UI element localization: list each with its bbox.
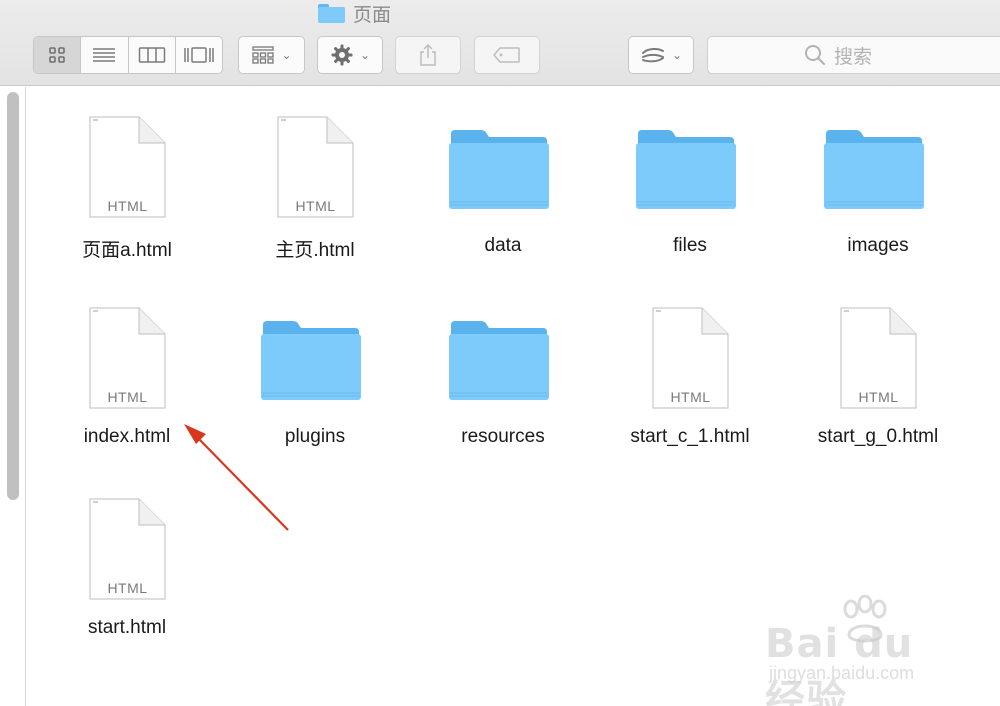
tag-icon	[493, 47, 520, 63]
chevron-down-icon: ⌄	[359, 48, 371, 62]
dropbox-button[interactable]: ⌄	[628, 36, 694, 74]
html-document-icon: HTML	[89, 498, 166, 600]
file-name: start_c_1.html	[630, 426, 750, 447]
action-button[interactable]: ⌄	[317, 36, 383, 74]
file-type-label: HTML	[858, 389, 899, 405]
gear-icon	[331, 44, 353, 66]
column-view-button[interactable]	[129, 37, 176, 73]
icon-view-button[interactable]	[34, 37, 82, 73]
folder-item[interactable]: plugins	[230, 291, 400, 461]
tag-button[interactable]	[474, 36, 540, 74]
file-item[interactable]: HTML start_g_0.html	[793, 291, 963, 461]
folder-item[interactable]: resources	[418, 291, 588, 461]
folder-item[interactable]: data	[418, 100, 588, 270]
html-document-icon: HTML	[277, 116, 354, 218]
file-name: images	[847, 235, 909, 256]
file-name: 页面a.html	[82, 240, 172, 261]
search-icon	[805, 45, 826, 66]
gallery-view-icon	[184, 47, 214, 63]
baidu-watermark: Bai du 经验 jingyan.baidu.com	[765, 595, 965, 706]
window-title: 页面	[318, 1, 392, 26]
window-title-text: 页面	[353, 3, 392, 26]
folder-icon	[823, 128, 925, 210]
file-name: data	[484, 235, 522, 256]
file-type-label: HTML	[107, 198, 148, 214]
folder-icon	[448, 319, 550, 401]
file-item[interactable]: HTML start_c_1.html	[605, 291, 775, 461]
file-name: start_g_0.html	[817, 426, 939, 447]
divider	[25, 87, 26, 706]
folder-icon	[318, 3, 345, 23]
file-item[interactable]: HTML 页面a.html	[42, 100, 212, 270]
file-name: 主页.html	[275, 240, 355, 261]
file-name: index.html	[83, 426, 171, 447]
html-document-icon: HTML	[840, 307, 917, 409]
view-mode-control	[33, 36, 223, 74]
gallery-view-button[interactable]	[176, 37, 222, 73]
folder-item[interactable]: files	[605, 100, 775, 270]
share-button[interactable]	[395, 36, 461, 74]
html-document-icon: HTML	[89, 307, 166, 409]
folder-icon	[635, 128, 737, 210]
folder-icon	[448, 128, 550, 210]
watermark-url: jingyan.baidu.com	[769, 663, 915, 683]
html-document-icon: HTML	[89, 116, 166, 218]
finder-toolbar: 页面 ⌄ ⌄ ⌄ 搜索	[0, 0, 1000, 86]
link-icon	[641, 47, 664, 63]
search-field[interactable]: 搜索	[707, 36, 1000, 74]
file-name: resources	[461, 426, 545, 447]
folder-icon	[260, 319, 362, 401]
file-name: files	[673, 235, 707, 256]
file-type-label: HTML	[107, 389, 148, 405]
file-item[interactable]: HTML index.html	[42, 291, 212, 461]
arrange-button[interactable]: ⌄	[238, 36, 305, 74]
icon-view-icon	[49, 47, 65, 63]
file-item[interactable]: HTML 主页.html	[230, 100, 400, 270]
file-type-label: HTML	[295, 198, 336, 214]
list-view-icon	[93, 48, 116, 62]
file-name: plugins	[284, 426, 346, 447]
file-type-label: HTML	[670, 389, 711, 405]
list-view-button[interactable]	[81, 37, 129, 73]
html-document-icon: HTML	[652, 307, 729, 409]
column-view-icon	[138, 47, 165, 63]
scrollbar[interactable]	[7, 92, 19, 500]
file-name: start.html	[87, 617, 167, 638]
arrange-grid-icon	[252, 46, 275, 64]
file-item[interactable]: HTML start.html	[42, 482, 212, 652]
chevron-down-icon: ⌄	[671, 48, 683, 62]
folder-item[interactable]: images	[793, 100, 963, 270]
share-icon	[420, 43, 436, 66]
search-placeholder: 搜索	[834, 45, 873, 68]
file-type-label: HTML	[107, 580, 148, 596]
chevron-down-icon: ⌄	[281, 48, 292, 62]
